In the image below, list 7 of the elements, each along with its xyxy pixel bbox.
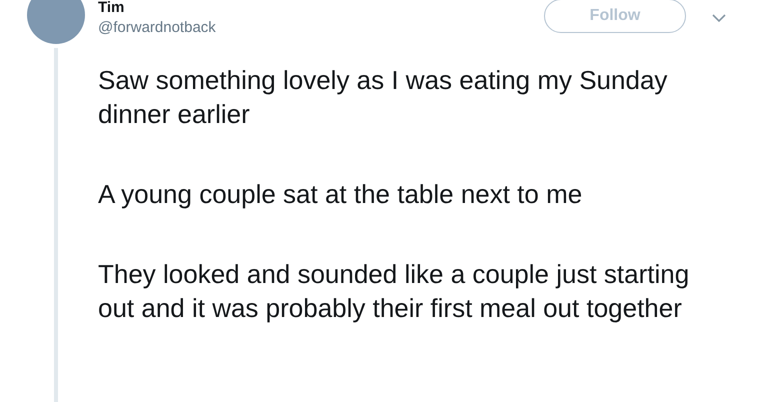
author-handle[interactable]: @forwardnotback: [98, 19, 544, 36]
tweet-paragraph: Saw something lovely as I was eating my Sunday dinner earlier: [98, 64, 668, 131]
tweet-paragraph: They looked and sounded like a couple just starting out and it was probably their first meal out together: [98, 258, 690, 325]
author-name[interactable]: Tim: [98, 0, 544, 16]
avatar-photo-placeholder[interactable]: [27, 0, 85, 44]
chevron-down-icon[interactable]: [712, 14, 726, 22]
tweet-paragraph: A young couple sat at the table next to me: [98, 178, 584, 211]
